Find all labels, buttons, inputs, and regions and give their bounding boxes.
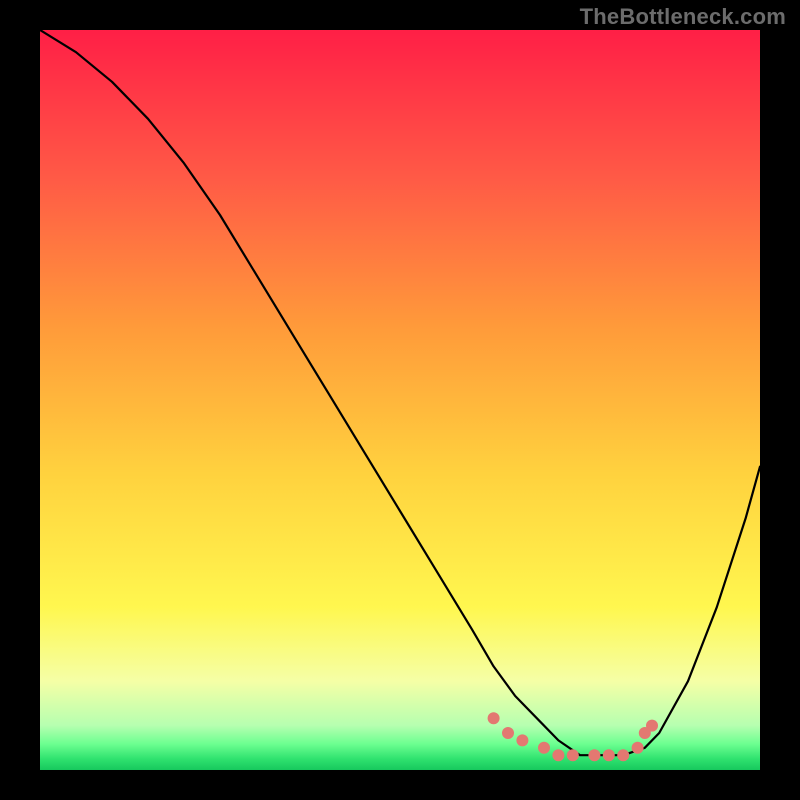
- marker-dot: [502, 727, 514, 739]
- marker-dot: [617, 749, 629, 761]
- marker-dot: [603, 749, 615, 761]
- marker-dot: [488, 712, 500, 724]
- marker-dot: [552, 749, 564, 761]
- marker-dot: [588, 749, 600, 761]
- marker-dot: [646, 720, 658, 732]
- marker-dot: [538, 742, 550, 754]
- chart-container: TheBottleneck.com: [0, 0, 800, 800]
- marker-dot: [567, 749, 579, 761]
- plot-background: [40, 30, 760, 770]
- marker-dot: [632, 742, 644, 754]
- bottleneck-plot: [40, 30, 760, 770]
- attribution-watermark: TheBottleneck.com: [580, 4, 786, 30]
- marker-dot: [516, 734, 528, 746]
